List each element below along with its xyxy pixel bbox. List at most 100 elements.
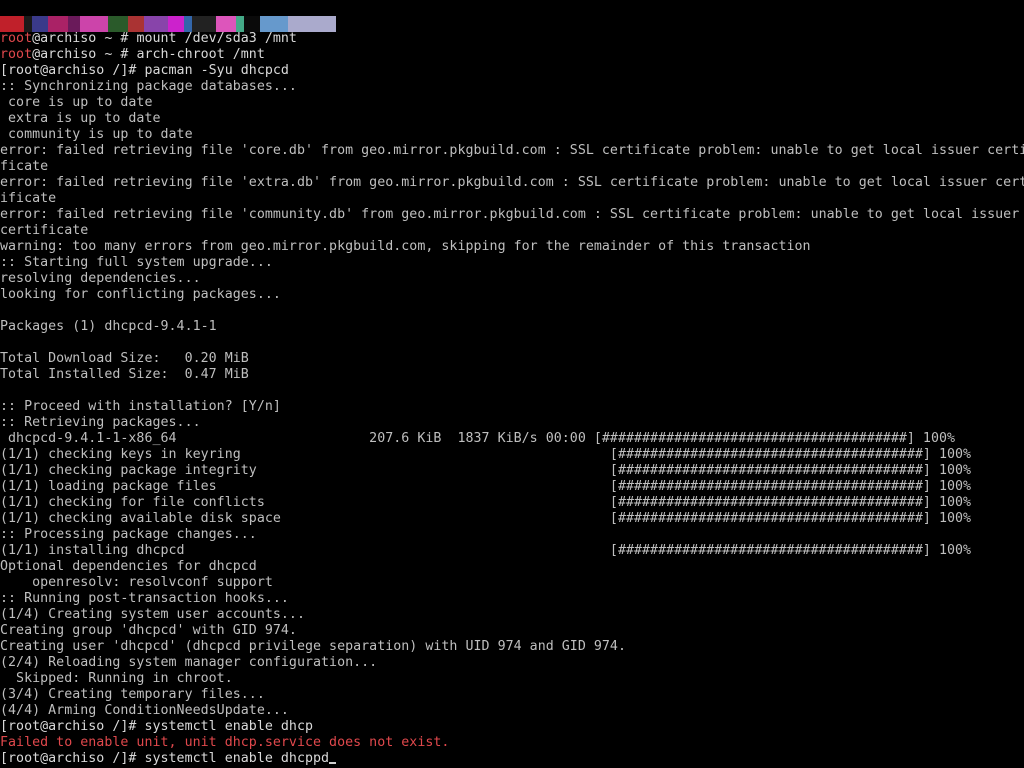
glitch-block [192, 16, 216, 32]
terminal-text: Creating group 'dhcpcd' with GID 974. [0, 623, 297, 638]
glitch-block [128, 16, 144, 32]
terminal-line: ificate [0, 191, 1024, 207]
terminal-line: (1/1) installing dhcpcd [###############… [0, 543, 1024, 559]
terminal-text: error: failed retrieving file 'extra.db'… [0, 175, 1024, 190]
terminal-line: resolving dependencies... [0, 271, 1024, 287]
terminal-text: (1/1) checking keys in keyring [########… [0, 447, 972, 462]
glitch-artifact-bar [0, 16, 340, 32]
terminal-line: error: failed retrieving file 'community… [0, 207, 1024, 223]
terminal-text: :: Starting full system upgrade... [0, 255, 273, 270]
glitch-block [288, 16, 336, 32]
terminal-line: Creating user 'dhcpcd' (dhcpcd privilege… [0, 639, 1024, 655]
glitch-block [68, 16, 80, 32]
terminal-line: [root@archiso /]# pacman -Syu dhcpcd [0, 63, 1024, 79]
terminal-line: :: Running post-transaction hooks... [0, 591, 1024, 607]
terminal-line: certificate [0, 223, 1024, 239]
terminal-line: Packages (1) dhcpcd-9.4.1-1 [0, 319, 1024, 335]
prompt-user: root [0, 31, 33, 46]
terminal-line: [root@archiso /]# systemctl enable dhcp [0, 719, 1024, 735]
glitch-block [48, 16, 68, 32]
terminal-text: (2/4) Reloading system manager configura… [0, 655, 378, 670]
terminal-text: (1/1) checking for file conflicts [#####… [0, 495, 972, 510]
terminal-text: (1/4) Creating system user accounts... [0, 607, 305, 622]
terminal-text: Optional dependencies for dhcpcd [0, 559, 257, 574]
terminal-output[interactable]: root@archiso ~ # mount /dev/sda3 /mnt roo… [0, 31, 1024, 767]
terminal-line: :: Proceed with installation? [Y/n] [0, 399, 1024, 415]
glitch-block [168, 16, 184, 32]
terminal-text: community is up to date [0, 127, 193, 142]
terminal-line: (1/1) checking keys in keyring [########… [0, 447, 1024, 463]
terminal-text: looking for conflicting packages... [0, 287, 281, 302]
terminal-line: (1/1) checking for file conflicts [#####… [0, 495, 1024, 511]
terminal-text: core is up to date [0, 95, 153, 110]
terminal-line: (1/1) checking available disk space [###… [0, 511, 1024, 527]
glitch-block [24, 16, 32, 32]
terminal-line: (2/4) Reloading system manager configura… [0, 655, 1024, 671]
glitch-block [236, 16, 244, 32]
glitch-block [260, 16, 288, 32]
glitch-block [184, 16, 192, 32]
terminal-text: Creating user 'dhcpcd' (dhcpcd privilege… [0, 639, 626, 654]
terminal-text: error: failed retrieving file 'core.db' … [0, 143, 1024, 158]
terminal-line: core is up to date [0, 95, 1024, 111]
terminal-line: (1/4) Creating system user accounts... [0, 607, 1024, 623]
terminal-line: openresolv: resolvconf support [0, 575, 1024, 591]
terminal-text: ficate [0, 159, 49, 174]
terminal-text: error: failed retrieving file 'community… [0, 207, 1020, 222]
terminal-text: [root@archiso /]# pacman -Syu dhcpcd [0, 63, 289, 78]
terminal-line: [root@archiso /]# systemctl enable dhcpp… [0, 751, 1024, 767]
terminal-text: (1/1) installing dhcpcd [###############… [0, 543, 972, 558]
terminal-text: Skipped: Running in chroot. [0, 671, 233, 686]
terminal-text: [root@archiso /]# systemctl enable dhcp [0, 719, 313, 734]
terminal-text: certificate [0, 223, 89, 238]
terminal-line: Total Installed Size: 0.47 MiB [0, 367, 1024, 383]
terminal-text: :: Proceed with installation? [Y/n] [0, 399, 281, 414]
terminal-text: :: Retrieving packages... [0, 415, 201, 430]
terminal-line: :: Synchronizing package databases... [0, 79, 1024, 95]
terminal-line: Total Download Size: 0.20 MiB [0, 351, 1024, 367]
glitch-block [0, 16, 24, 32]
terminal-text: ificate [0, 191, 57, 206]
terminal-line: ficate [0, 159, 1024, 175]
terminal-line: looking for conflicting packages... [0, 287, 1024, 303]
terminal-text: :: Synchronizing package databases... [0, 79, 297, 94]
terminal-screen[interactable]: root@archiso ~ # mount /dev/sda3 /mnt roo… [0, 0, 1024, 768]
terminal-line: Failed to enable unit, unit dhcp.service… [0, 735, 1024, 751]
terminal-line: error: failed retrieving file 'extra.db'… [0, 175, 1024, 191]
text-cursor [329, 762, 337, 764]
terminal-text: openresolv: resolvconf support [0, 575, 273, 590]
terminal-line: community is up to date [0, 127, 1024, 143]
terminal-line: root@archiso ~ # mount /dev/sda3 /mnt [0, 31, 1024, 47]
terminal-line: :: Starting full system upgrade... [0, 255, 1024, 271]
terminal-text: resolving dependencies... [0, 271, 201, 286]
terminal-line: Skipped: Running in chroot. [0, 671, 1024, 687]
glitch-block [244, 16, 260, 32]
terminal-text: (3/4) Creating temporary files... [0, 687, 265, 702]
terminal-text: Packages (1) dhcpcd-9.4.1-1 [0, 319, 217, 334]
terminal-line: dhcpcd-9.4.1-1-x86_64 207.6 KiB 1837 KiB… [0, 431, 1024, 447]
terminal-line: error: failed retrieving file 'core.db' … [0, 143, 1024, 159]
terminal-text: :: Processing package changes... [0, 527, 257, 542]
terminal-text: extra is up to date [0, 111, 161, 126]
terminal-line: :: Retrieving packages... [0, 415, 1024, 431]
terminal-line: :: Processing package changes... [0, 527, 1024, 543]
glitch-block [216, 16, 236, 32]
glitch-block [144, 16, 168, 32]
terminal-line: warning: too many errors from geo.mirror… [0, 239, 1024, 255]
terminal-text: Total Download Size: 0.20 MiB [0, 351, 249, 366]
terminal-text: Total Installed Size: 0.47 MiB [0, 367, 249, 382]
terminal-line: extra is up to date [0, 111, 1024, 127]
glitch-block [32, 16, 48, 32]
prompt-user: root [0, 47, 33, 62]
terminal-line: (4/4) Arming ConditionNeedsUpdate... [0, 703, 1024, 719]
terminal-line: Creating group 'dhcpcd' with GID 974. [0, 623, 1024, 639]
terminal-text: (4/4) Arming ConditionNeedsUpdate... [0, 703, 289, 718]
terminal-text: @archiso ~ # mount /dev/sda3 /mnt [32, 31, 297, 46]
glitch-block [108, 16, 128, 32]
glitch-block [80, 16, 108, 32]
terminal-line: (1/1) loading package files [###########… [0, 479, 1024, 495]
terminal-text: (1/1) checking package integrity [######… [0, 463, 972, 478]
